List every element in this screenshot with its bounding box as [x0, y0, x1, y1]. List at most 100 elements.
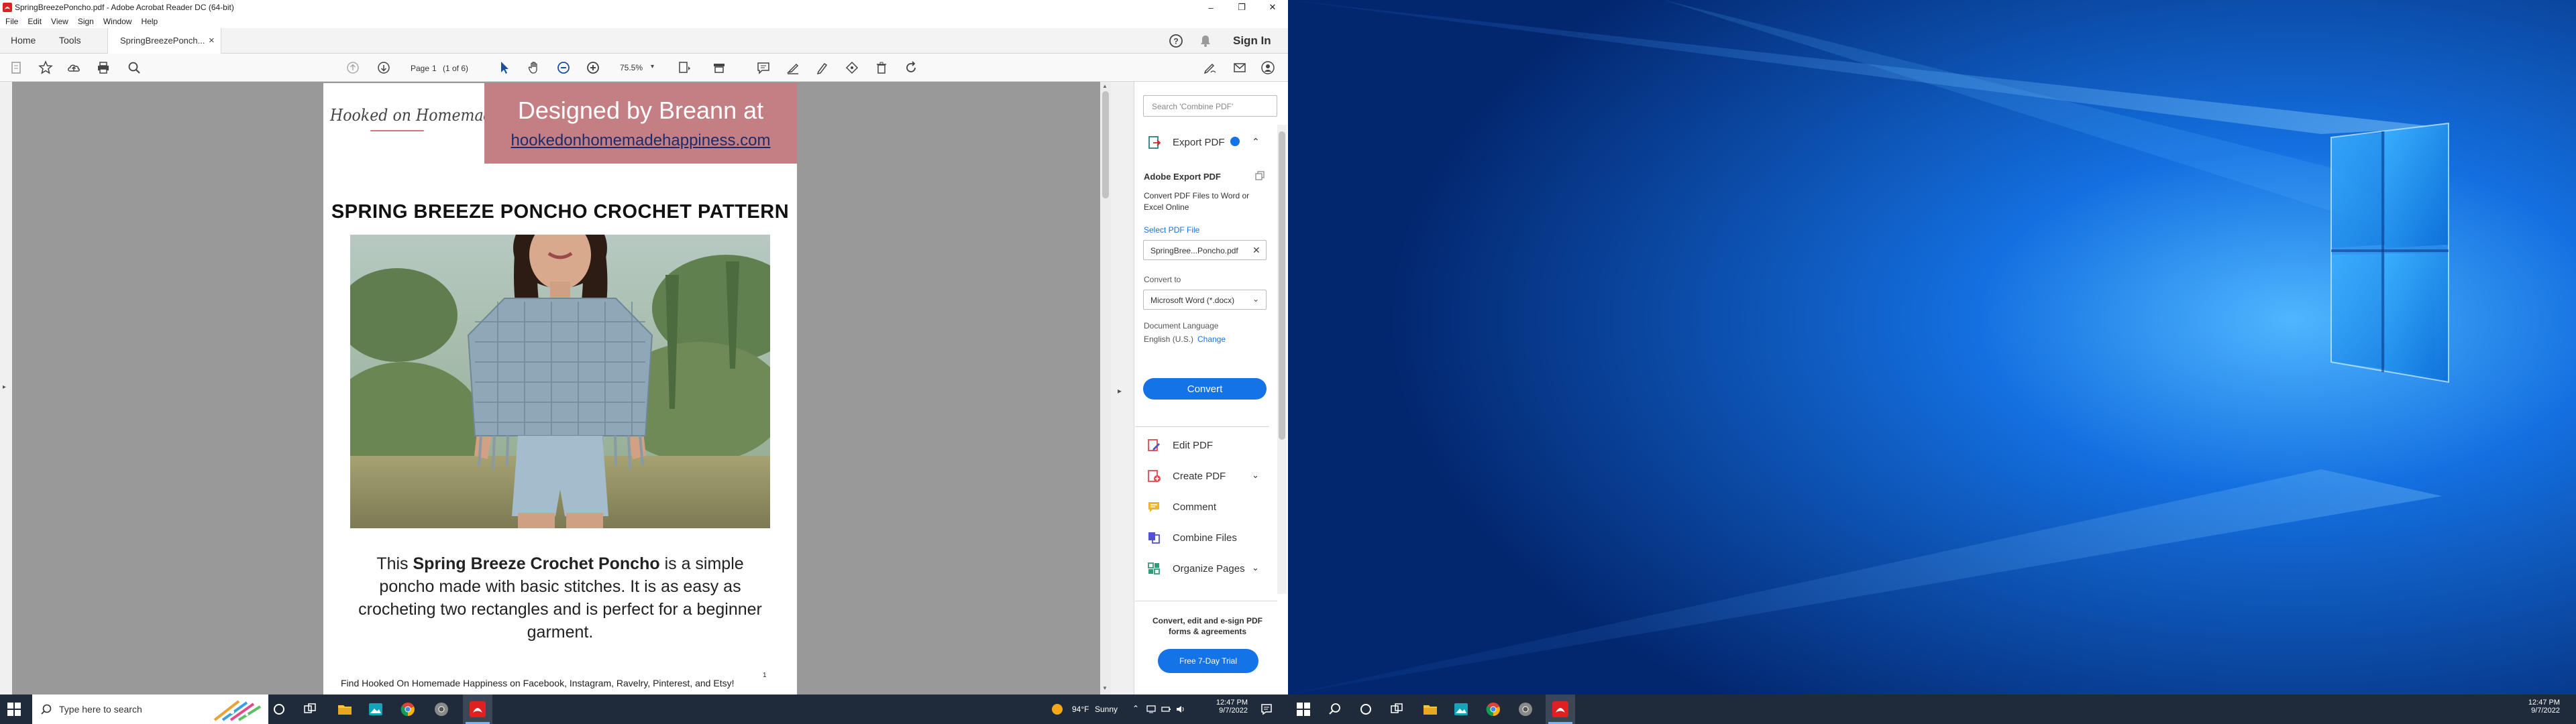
- zoom-dropdown-icon[interactable]: ▾: [651, 63, 654, 70]
- menu-bar: File Edit View Sign Window Help: [0, 15, 1288, 28]
- zoom-in-icon[interactable]: [585, 60, 601, 76]
- clock[interactable]: 12:47 PM 9/7/2022: [1197, 699, 1248, 715]
- start-windows-icon[interactable]: [1296, 702, 1311, 717]
- tool-label: Combine Files: [1173, 532, 1237, 544]
- scroll-mode-icon[interactable]: [711, 60, 727, 76]
- stamp-icon[interactable]: [844, 60, 860, 76]
- chevron-down-icon[interactable]: ⌄: [1252, 470, 1259, 481]
- tab-document[interactable]: SpringBreezePonch... ×: [107, 28, 221, 54]
- scrollbar-thumb[interactable]: [1279, 131, 1285, 440]
- photos-app-icon[interactable]: [1453, 701, 1469, 717]
- tool-organize-pages[interactable]: Organize Pages ⌄: [1140, 555, 1275, 582]
- tab-close-icon[interactable]: ×: [209, 35, 215, 46]
- draw-icon[interactable]: [814, 60, 830, 76]
- email-icon[interactable]: [1232, 60, 1248, 76]
- start-windows-icon[interactable]: [7, 702, 21, 717]
- chrome-alt-icon[interactable]: [433, 701, 449, 717]
- scroll-down-icon[interactable]: ▼: [1102, 685, 1108, 691]
- menu-view[interactable]: View: [46, 15, 73, 26]
- cortana-icon[interactable]: [1358, 701, 1374, 717]
- collapse-right-pane-icon[interactable]: ▸: [1118, 386, 1122, 396]
- tool-create-pdf[interactable]: Create PDF ⌄: [1140, 463, 1275, 489]
- copy-icon[interactable]: [1254, 170, 1265, 181]
- convert-button[interactable]: Convert: [1143, 378, 1267, 400]
- chrome-alt-icon[interactable]: [1517, 701, 1534, 717]
- export-pdf-header[interactable]: Export PDF ⌃: [1140, 129, 1268, 156]
- free-trial-button[interactable]: Free 7-Day Trial: [1158, 649, 1258, 673]
- page-number-input[interactable]: 1: [432, 64, 437, 73]
- sun-weather-icon[interactable]: [1051, 703, 1064, 716]
- scroll-up-icon[interactable]: ▲: [1102, 83, 1108, 89]
- fit-page-icon[interactable]: [676, 60, 692, 76]
- task-view-icon[interactable]: [302, 701, 318, 717]
- document-language-label: Document Language: [1144, 321, 1219, 330]
- format-select[interactable]: Microsoft Word (*.docx) ⌄: [1143, 290, 1267, 310]
- select-pdf-link[interactable]: Select PDF File: [1144, 225, 1199, 235]
- menu-sign[interactable]: Sign: [73, 15, 99, 26]
- print-icon[interactable]: [95, 60, 111, 76]
- task-view-icon[interactable]: [1389, 701, 1405, 717]
- next-page-icon[interactable]: [376, 60, 392, 76]
- desc-text-pre: This: [376, 554, 413, 573]
- chrome-icon[interactable]: [1485, 701, 1501, 717]
- selected-file-field[interactable]: SpringBree...Poncho.pdf ✕: [1143, 240, 1267, 260]
- acrobat-taskbar-button[interactable]: [1546, 695, 1575, 724]
- select-cursor-icon[interactable]: [496, 60, 513, 76]
- cortana-icon[interactable]: [271, 701, 287, 717]
- collapse-chevron-icon[interactable]: ⌃: [1252, 136, 1260, 147]
- tab-home[interactable]: Home: [11, 35, 36, 46]
- volume-icon[interactable]: [1175, 704, 1186, 715]
- hand-tool-icon[interactable]: [526, 60, 542, 76]
- help-icon[interactable]: ?: [1169, 34, 1183, 48]
- highlight-pen-icon[interactable]: [785, 60, 801, 76]
- previous-page-icon[interactable]: [345, 60, 361, 76]
- chrome-icon[interactable]: [400, 701, 416, 717]
- network-icon[interactable]: [1146, 704, 1157, 715]
- sign-in-button[interactable]: Sign In: [1233, 34, 1271, 48]
- document-scrollbar[interactable]: ▲ ▼: [1100, 82, 1111, 695]
- acrobat-taskbar-button[interactable]: [463, 695, 492, 724]
- file-explorer-icon[interactable]: [1422, 701, 1438, 717]
- change-language-link[interactable]: Change: [1197, 335, 1226, 344]
- show-hidden-icons[interactable]: ⌃: [1132, 704, 1139, 713]
- chevron-down-icon[interactable]: ⌄: [1252, 562, 1259, 573]
- redo-icon[interactable]: [903, 60, 919, 76]
- tool-edit-pdf[interactable]: Edit PDF: [1140, 432, 1275, 459]
- clock[interactable]: 12:47 PM 9/7/2022: [2509, 699, 2560, 715]
- tool-comment[interactable]: Comment: [1140, 493, 1275, 520]
- remove-file-icon[interactable]: ✕: [1252, 245, 1260, 256]
- photos-app-icon[interactable]: [368, 701, 384, 717]
- close-button[interactable]: ✕: [1257, 0, 1288, 15]
- tools-search-input[interactable]: Search 'Combine PDF': [1143, 95, 1277, 117]
- weather-condition[interactable]: Sunny: [1095, 705, 1118, 714]
- maximize-button[interactable]: ❐: [1226, 0, 1257, 15]
- bookmark-star-icon[interactable]: [38, 60, 54, 76]
- tools-pane-scrollbar[interactable]: [1277, 125, 1287, 594]
- file-explorer-icon[interactable]: [337, 701, 353, 717]
- tab-tools[interactable]: Tools: [59, 35, 81, 46]
- bell-icon[interactable]: [1198, 34, 1213, 48]
- search-icon[interactable]: [1327, 701, 1343, 717]
- account-icon[interactable]: [1260, 60, 1276, 76]
- create-icon[interactable]: [8, 60, 24, 76]
- zoom-level-input[interactable]: 75.5%: [616, 61, 655, 74]
- menu-edit[interactable]: Edit: [23, 15, 46, 26]
- banner-link[interactable]: hookedonhomemadehappiness.com: [484, 131, 797, 150]
- fill-sign-icon[interactable]: [1202, 60, 1218, 76]
- notifications-icon[interactable]: [1260, 703, 1273, 716]
- tool-combine-files[interactable]: Combine Files: [1140, 524, 1275, 551]
- delete-icon[interactable]: [873, 60, 890, 76]
- taskbar-search-box[interactable]: Type here to search: [32, 695, 268, 724]
- search-icon[interactable]: [126, 60, 142, 76]
- battery-icon[interactable]: [1161, 704, 1171, 715]
- zoom-out-icon[interactable]: [555, 60, 572, 76]
- minimize-button[interactable]: –: [1195, 0, 1226, 15]
- expand-left-panel-icon[interactable]: ▸: [3, 383, 6, 391]
- upload-cloud-icon[interactable]: [66, 60, 82, 76]
- comment-icon[interactable]: [755, 60, 771, 76]
- weather-temp[interactable]: 94°F: [1072, 705, 1089, 714]
- menu-file[interactable]: File: [0, 15, 23, 26]
- menu-help[interactable]: Help: [137, 15, 163, 26]
- menu-window[interactable]: Window: [99, 15, 137, 26]
- scrollbar-thumb[interactable]: [1102, 91, 1109, 198]
